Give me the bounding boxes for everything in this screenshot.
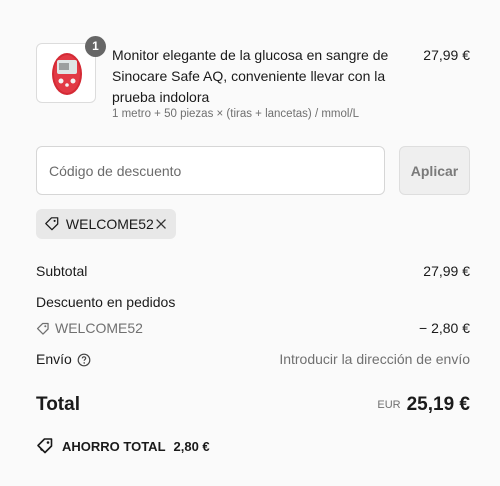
total-row: Total EUR 25,19 € (36, 394, 470, 420)
order-discount-value: − 2,80 € (419, 320, 470, 336)
discount-code-input[interactable] (36, 146, 385, 195)
total-value: 25,19 € (406, 394, 470, 415)
discount-tag-icon (36, 322, 49, 335)
help-icon[interactable] (77, 353, 91, 367)
product-variant: 1 metro + 50 piezas × (tiras + lancetas)… (112, 108, 360, 120)
subtotal-label: Subtotal (36, 263, 88, 279)
order-discount-label: Descuento en pedidos (36, 294, 176, 310)
savings-label: AHORRO TOTAL (62, 438, 166, 454)
quantity-badge: 1 (85, 36, 106, 57)
total-savings: AHORRO TOTAL 2,80 € (36, 437, 210, 455)
cart-line-item: 1 Monitor elegante de la glucosa en sang… (36, 36, 470, 123)
order-discount-code: WELCOME52 (55, 320, 143, 336)
applied-discount-tag: WELCOME52 (36, 209, 176, 239)
shipping-value: Introducir la dirección de envío (279, 351, 470, 367)
glucose-meter-image (52, 53, 82, 95)
savings-value: 2,80 € (173, 438, 210, 454)
subtotal-value: 27,99 € (423, 263, 470, 279)
remove-discount-icon[interactable] (154, 216, 168, 232)
shipping-label: Envío (36, 351, 72, 367)
apply-discount-button[interactable]: Aplicar (399, 146, 470, 195)
product-title: Monitor elegante de la glucosa en sangre… (112, 47, 389, 105)
total-label: Total (36, 394, 80, 415)
product-price: 27,99 € (423, 47, 470, 63)
tag-icon (45, 217, 59, 231)
applied-discount-code: WELCOME52 (65, 216, 154, 232)
savings-tag-icon (37, 438, 53, 454)
total-currency: EUR (377, 399, 401, 411)
